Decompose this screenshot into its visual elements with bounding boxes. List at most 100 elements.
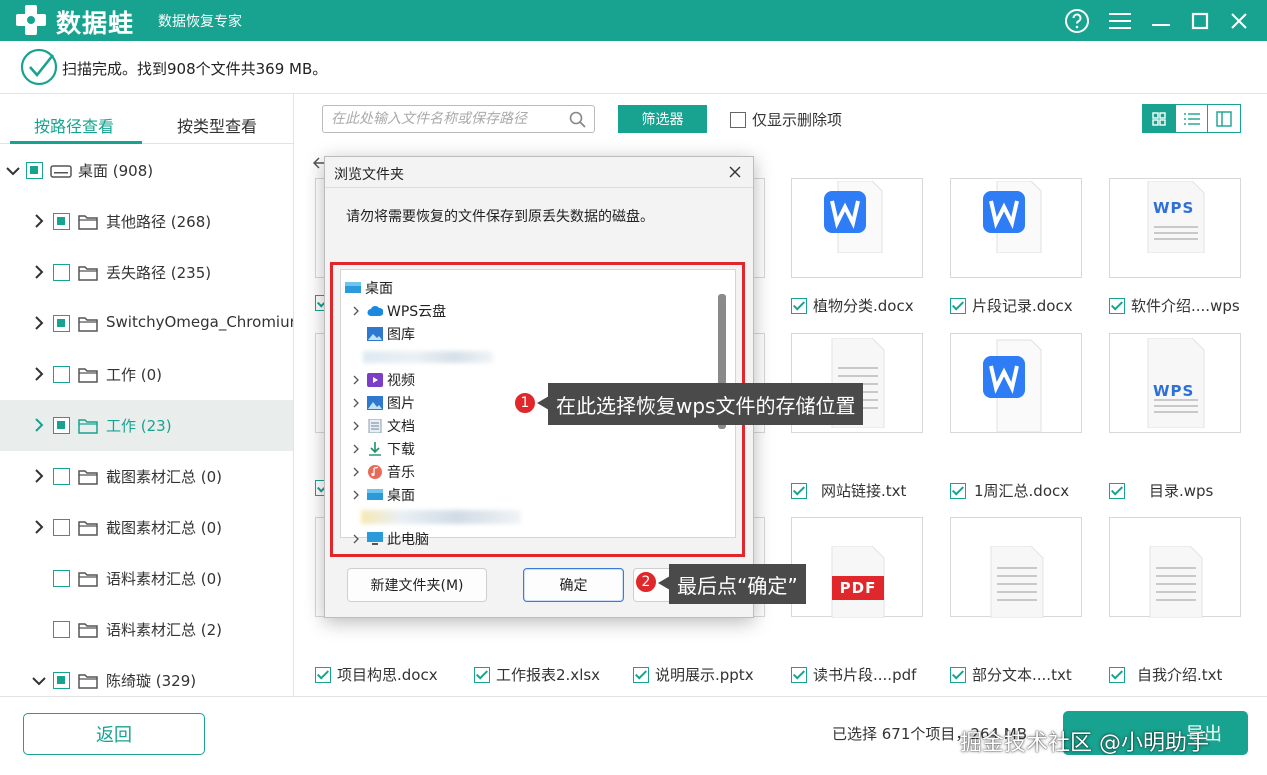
- filter-button[interactable]: 筛选器: [618, 105, 707, 133]
- file-checkbox[interactable]: [315, 666, 331, 683]
- tree-item-other-paths[interactable]: 其他路径 (268): [0, 196, 293, 247]
- file-card[interactable]: WPS: [1109, 178, 1241, 278]
- file-card[interactable]: WPS: [1109, 333, 1241, 433]
- file-name[interactable]: 自我介绍.txt: [1109, 664, 1222, 685]
- new-folder-button[interactable]: 新建文件夹(M): [347, 568, 487, 602]
- file-name[interactable]: 植物分类.docx: [791, 295, 914, 316]
- deleted-only-checkbox[interactable]: [730, 111, 746, 128]
- close-icon[interactable]: [1224, 6, 1254, 36]
- tree-item-work-0[interactable]: 工作 (0): [0, 349, 293, 400]
- title-bar: 数据蛙 数据恢复专家: [0, 0, 1267, 41]
- chevron-right-icon[interactable]: [32, 418, 46, 432]
- tree-item-corpus-0[interactable]: 语料素材汇总 (0): [0, 553, 293, 604]
- tree-item-lost-paths[interactable]: 丢失路径 (235): [0, 247, 293, 298]
- file-checkbox[interactable]: [791, 482, 807, 499]
- chevron-down-icon[interactable]: [32, 674, 46, 688]
- detail-view-icon[interactable]: [1208, 105, 1240, 132]
- folder-icon: [78, 215, 98, 230]
- tree-item-label: 其他路径 (268): [106, 213, 212, 231]
- file-checkbox[interactable]: [1109, 297, 1125, 314]
- file-checkbox[interactable]: [950, 482, 966, 499]
- tree-checkbox[interactable]: [53, 468, 70, 485]
- tab-by-type[interactable]: 按类型查看: [177, 113, 257, 137]
- grid-view-icon[interactable]: [1143, 105, 1176, 132]
- scan-status-text: 扫描完成。找到908个文件共369 MB。: [62, 60, 328, 78]
- tree-item-desktop[interactable]: 桌面 (908): [0, 145, 293, 196]
- dialog-warning: 请勿将需要恢复的文件保存到原丢失数据的磁盘。: [346, 209, 654, 225]
- chevron-right-icon[interactable]: [32, 316, 46, 330]
- tree-item-label: 桌面 (908): [78, 162, 154, 180]
- file-name[interactable]: 软件介绍....wps: [1109, 295, 1240, 316]
- file-card[interactable]: [1109, 517, 1241, 618]
- tree-checkbox[interactable]: [53, 570, 70, 587]
- chevron-right-icon[interactable]: [32, 265, 46, 279]
- ok-button[interactable]: 确定: [523, 568, 624, 602]
- tree-item-label: 语料素材汇总 (0): [106, 570, 223, 588]
- tree-item-corpus-2[interactable]: 语料素材汇总 (2): [0, 604, 293, 655]
- tree-checkbox[interactable]: [53, 621, 70, 638]
- tree-item-switchyomega[interactable]: SwitchyOmega_Chromium: [0, 298, 293, 349]
- tree-checkbox[interactable]: [53, 672, 70, 689]
- file-checkbox[interactable]: [791, 666, 807, 683]
- chevron-right-icon[interactable]: [32, 214, 46, 228]
- list-view-icon[interactable]: [1176, 105, 1209, 132]
- search-box[interactable]: [322, 105, 595, 133]
- file-name[interactable]: 工作报表2.xlsx: [474, 664, 600, 685]
- deleted-only-toggle[interactable]: 仅显示删除项: [730, 109, 842, 130]
- file-checkbox[interactable]: [1109, 666, 1125, 683]
- file-checkbox[interactable]: [791, 297, 807, 314]
- file-checkbox[interactable]: [950, 666, 966, 683]
- file-name-text: 软件介绍....wps: [1131, 297, 1240, 315]
- file-card[interactable]: [950, 517, 1082, 618]
- tree-item-screenshot-0a[interactable]: 截图素材汇总 (0): [0, 451, 293, 502]
- search-input[interactable]: [331, 109, 561, 129]
- file-checkbox[interactable]: [633, 666, 649, 683]
- tree-checkbox[interactable]: [53, 417, 70, 434]
- search-icon[interactable]: [569, 111, 586, 128]
- maximize-icon[interactable]: [1185, 6, 1215, 36]
- file-name[interactable]: 片段记录.docx: [950, 295, 1073, 316]
- file-name-text: 植物分类.docx: [813, 297, 914, 315]
- tree-checkbox[interactable]: [53, 264, 70, 281]
- file-name[interactable]: 1周汇总.docx: [950, 480, 1069, 501]
- minimize-icon[interactable]: [1146, 6, 1176, 36]
- file-name[interactable]: 读书片段....pdf: [791, 664, 916, 685]
- tree-item-screenshot-0b[interactable]: 截图素材汇总 (0): [0, 502, 293, 553]
- chevron-down-icon[interactable]: [6, 164, 20, 178]
- tree-checkbox[interactable]: [26, 162, 43, 179]
- menu-icon[interactable]: [1105, 6, 1135, 36]
- tree-checkbox[interactable]: [53, 519, 70, 536]
- tree-item-chen[interactable]: 陈绮璇 (329): [0, 655, 293, 696]
- file-name[interactable]: 网站链接.txt: [791, 480, 906, 501]
- file-checkbox[interactable]: [474, 666, 490, 683]
- file-checkbox[interactable]: [1109, 482, 1125, 499]
- help-icon[interactable]: [1062, 6, 1092, 36]
- tree-checkbox[interactable]: [53, 213, 70, 230]
- file-card[interactable]: PDF: [791, 517, 923, 618]
- step-1-callout: 在此选择恢复wps文件的存储位置: [548, 383, 864, 425]
- file-card[interactable]: [950, 333, 1082, 433]
- bottom-bar: 返回 已选择 671个项目，264 MB 导出 掘金技术社区 @小明助手: [0, 696, 1267, 775]
- chevron-right-icon[interactable]: [32, 469, 46, 483]
- file-name[interactable]: 部分文本....txt: [950, 664, 1072, 685]
- tree-item-label: 截图素材汇总 (0): [106, 519, 223, 537]
- word-doc-icon: [983, 181, 1042, 253]
- back-button[interactable]: 返回: [23, 713, 205, 755]
- file-name-text: 网站链接.txt: [821, 482, 907, 500]
- file-card[interactable]: [791, 178, 923, 278]
- tree-checkbox[interactable]: [53, 315, 70, 332]
- drive-icon: [50, 165, 72, 178]
- tree-item-work-23[interactable]: 工作 (23): [0, 400, 293, 451]
- file-card[interactable]: [950, 178, 1082, 278]
- tab-by-path[interactable]: 按路径查看: [34, 113, 114, 137]
- chevron-right-icon[interactable]: [32, 520, 46, 534]
- tree-checkbox[interactable]: [53, 366, 70, 383]
- file-name[interactable]: 说明展示.pptx: [633, 664, 754, 685]
- file-name-text: 部分文本....txt: [972, 666, 1072, 684]
- file-name[interactable]: 项目构思.docx: [315, 664, 438, 685]
- close-icon[interactable]: [725, 162, 745, 182]
- file-name-text: 1周汇总.docx: [974, 482, 1070, 500]
- file-checkbox[interactable]: [950, 297, 966, 314]
- chevron-right-icon[interactable]: [32, 367, 46, 381]
- file-name[interactable]: 目录.wps: [1109, 480, 1213, 501]
